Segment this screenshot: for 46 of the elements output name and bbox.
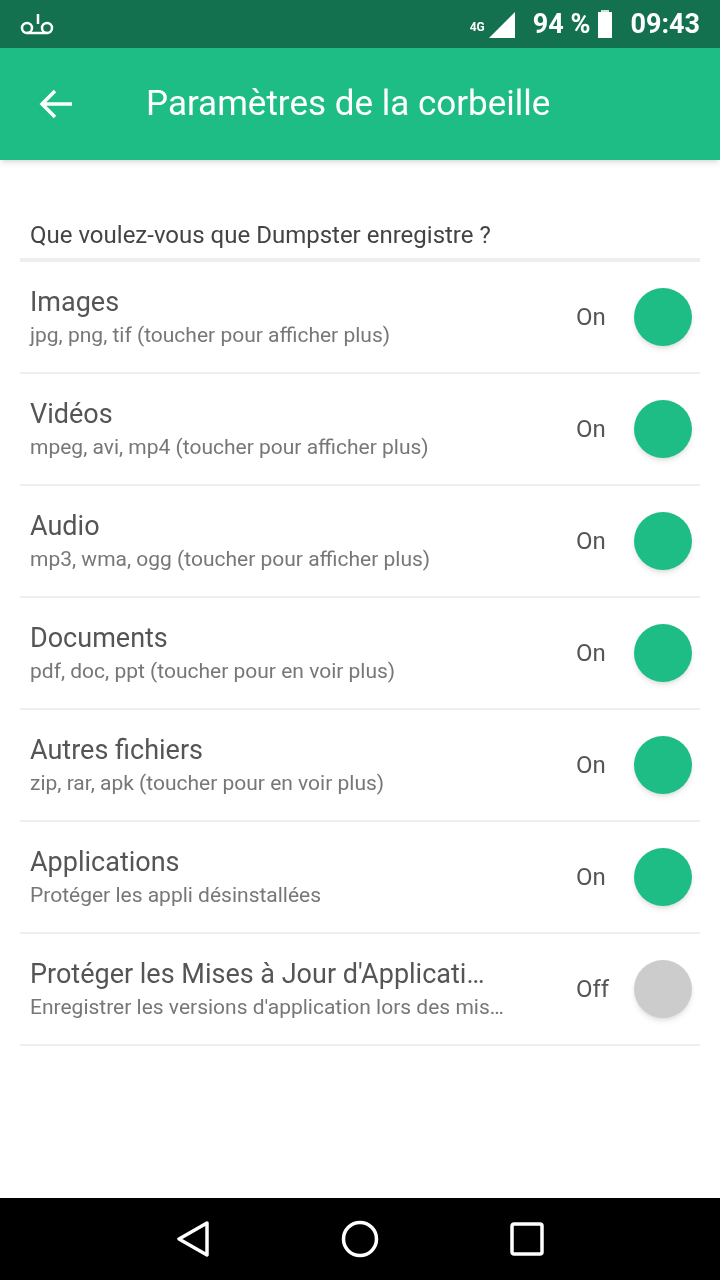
- toggle-switch[interactable]: [634, 736, 692, 794]
- setting-subtitle: mp3, wma, ogg (toucher pour afficher plus): [30, 546, 432, 573]
- setting-row[interactable]: Vidéos mpeg, avi, mp4 (toucher pour afficher plus) On: [20, 374, 700, 486]
- switch-label: On: [576, 526, 607, 557]
- setting-subtitle: mpeg, avi, mp4 (toucher pour afficher plus): [30, 434, 430, 461]
- battery-percent: 94 %: [532, 6, 591, 42]
- toggle-switch[interactable]: [634, 848, 692, 906]
- setting-row[interactable]: Applications Protéger les appli désinstallées On: [20, 822, 700, 934]
- switch-label: On: [576, 302, 607, 333]
- screen-title: Paramètres de la corbeille: [146, 81, 551, 126]
- setting-subtitle: jpg, png, tif (toucher pour afficher plus): [30, 322, 392, 349]
- voicemail-icon: [20, 12, 54, 36]
- setting-row[interactable]: Images jpg, png, tif (toucher pour afficher plus) On: [20, 262, 700, 374]
- back-nav-icon[interactable]: [175, 1221, 210, 1257]
- battery-icon: [598, 10, 613, 38]
- setting-title: Audio: [30, 509, 101, 544]
- section-header: Que voulez-vous que Dumpster enregistre ?: [20, 212, 700, 262]
- recents-nav-icon[interactable]: [510, 1222, 545, 1256]
- setting-subtitle: Protéger les appli désinstallées: [30, 882, 323, 909]
- setting-title: Documents: [30, 621, 169, 656]
- setting-subtitle: pdf, doc, ppt (toucher pour en voir plus): [30, 658, 397, 685]
- toggle-switch[interactable]: [634, 512, 692, 570]
- setting-title: Vidéos: [30, 397, 114, 432]
- switch-label: On: [576, 414, 607, 445]
- setting-row[interactable]: Audio mp3, wma, ogg (toucher pour afficher plus) On: [20, 486, 700, 598]
- setting-subtitle: zip, rar, apk (toucher pour en voir plus): [30, 770, 386, 797]
- switch-label: On: [576, 750, 607, 781]
- setting-row[interactable]: Documents pdf, doc, ppt (toucher pour en voir plus) On: [20, 598, 700, 710]
- setting-title: Applications: [30, 845, 181, 880]
- setting-title: Autres fichiers: [30, 733, 204, 768]
- setting-title: Protéger les Mises à Jour d'Applicati…: [30, 957, 486, 992]
- network-type: 4G: [469, 19, 485, 36]
- toggle-switch[interactable]: [634, 624, 692, 682]
- clock: 09:43: [630, 6, 700, 42]
- setting-subtitle: Enregistrer les versions d'application lors des mis…: [30, 994, 505, 1021]
- toggle-switch[interactable]: [634, 960, 692, 1018]
- setting-title: Images: [30, 285, 121, 320]
- setting-row[interactable]: Protéger les Mises à Jour d'Applicati… Enregistrer les versions d'application lors des mis… Off: [20, 934, 700, 1046]
- toggle-switch[interactable]: [634, 288, 692, 346]
- switch-label: On: [576, 638, 607, 669]
- toggle-switch[interactable]: [634, 400, 692, 458]
- switch-label: Off: [576, 974, 611, 1005]
- home-nav-icon[interactable]: [341, 1220, 379, 1258]
- switch-label: On: [576, 862, 607, 893]
- setting-row[interactable]: Autres fichiers zip, rar, apk (toucher pour en voir plus) On: [20, 710, 700, 822]
- back-arrow-icon: [39, 89, 73, 119]
